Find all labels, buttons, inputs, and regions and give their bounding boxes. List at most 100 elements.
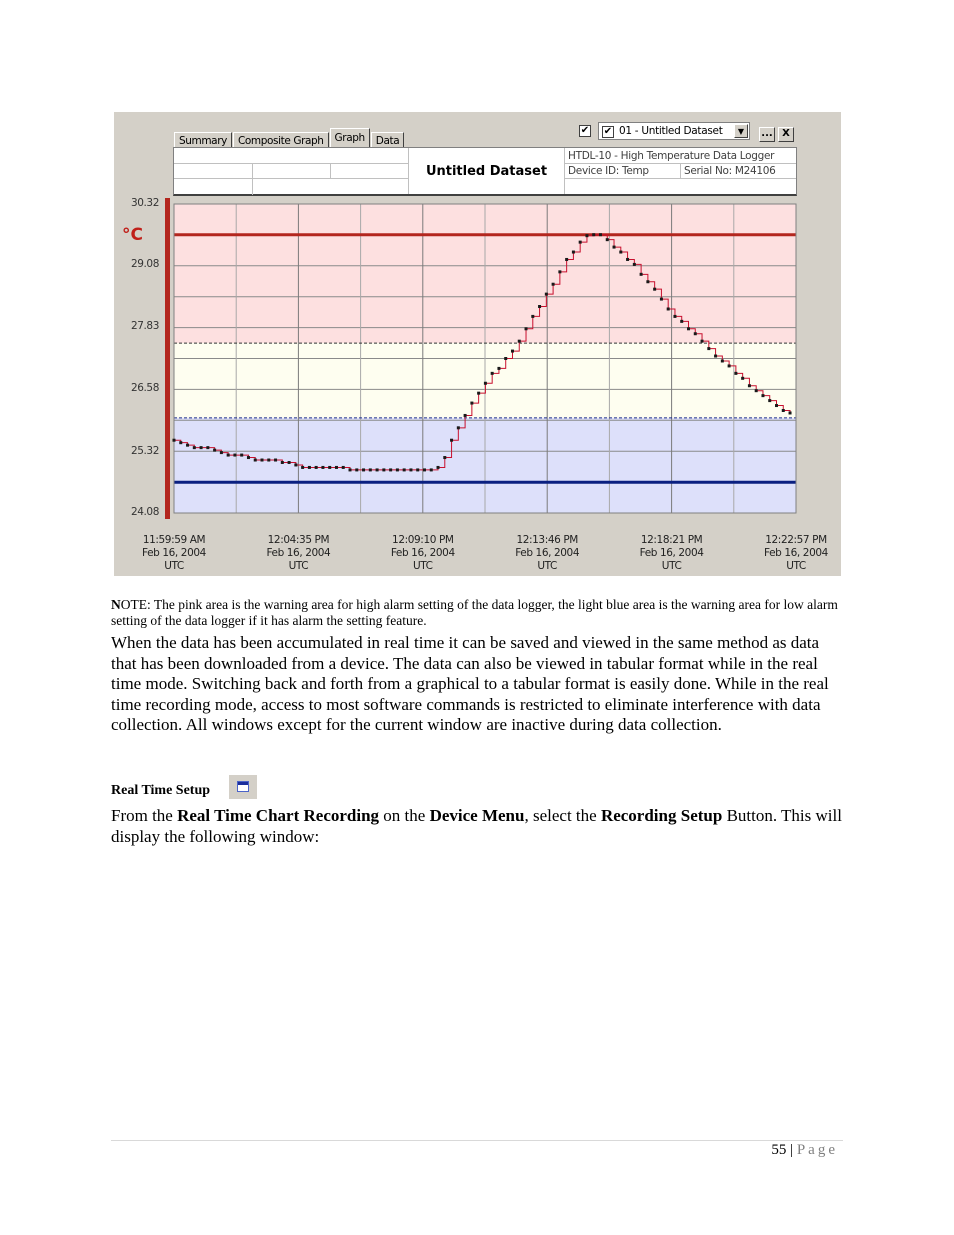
data-point bbox=[619, 250, 623, 254]
data-point bbox=[653, 287, 657, 291]
data-point bbox=[775, 404, 779, 408]
data-point bbox=[240, 453, 244, 457]
note-text: NOTE: The pink area is the warning area … bbox=[111, 597, 838, 628]
data-point bbox=[172, 438, 176, 442]
data-point bbox=[206, 446, 210, 450]
data-point bbox=[747, 384, 751, 388]
data-point bbox=[646, 280, 650, 284]
data-point bbox=[436, 465, 440, 469]
data-point bbox=[585, 234, 589, 238]
data-point bbox=[686, 327, 690, 331]
section-heading-real-time-setup: Real Time Setup bbox=[111, 783, 211, 798]
data-point bbox=[551, 282, 555, 286]
data-point bbox=[199, 446, 203, 450]
data-point bbox=[666, 307, 670, 311]
data-point bbox=[395, 468, 399, 472]
data-point bbox=[490, 371, 494, 375]
data-point bbox=[274, 458, 278, 462]
recording-setup-window-icon bbox=[229, 775, 257, 799]
data-point bbox=[450, 438, 454, 442]
data-point bbox=[362, 468, 366, 472]
data-point bbox=[307, 465, 311, 469]
data-point bbox=[429, 468, 433, 472]
data-point bbox=[727, 364, 731, 368]
data-point bbox=[456, 426, 460, 430]
data-point bbox=[287, 460, 291, 464]
data-point bbox=[734, 371, 738, 375]
temperature-chart bbox=[165, 198, 797, 519]
data-point bbox=[368, 468, 372, 472]
paragraph-setup-instructions: From the Real Time Chart Recording on th… bbox=[111, 806, 842, 846]
data-point bbox=[639, 272, 643, 276]
data-point bbox=[673, 314, 677, 318]
data-point bbox=[788, 411, 792, 415]
data-point bbox=[612, 245, 616, 249]
data-point bbox=[246, 456, 250, 460]
data-point bbox=[341, 465, 345, 469]
data-point bbox=[179, 441, 183, 445]
data-point bbox=[443, 456, 447, 460]
data-point bbox=[558, 270, 562, 274]
data-point bbox=[267, 458, 271, 462]
data-point bbox=[538, 305, 542, 309]
data-point bbox=[186, 443, 190, 447]
data-point bbox=[626, 257, 630, 261]
data-point bbox=[754, 389, 758, 393]
data-point bbox=[632, 262, 636, 266]
data-point bbox=[714, 354, 718, 358]
data-point bbox=[531, 314, 535, 318]
data-point bbox=[348, 468, 352, 472]
data-point bbox=[463, 413, 467, 417]
data-point bbox=[213, 448, 217, 452]
data-point bbox=[768, 399, 772, 403]
data-point bbox=[483, 381, 487, 385]
data-point bbox=[477, 391, 481, 395]
footer-divider bbox=[111, 1140, 843, 1141]
data-point bbox=[741, 376, 745, 380]
data-point bbox=[219, 451, 223, 455]
data-point bbox=[422, 468, 426, 472]
data-point bbox=[253, 458, 257, 462]
data-point bbox=[470, 401, 474, 405]
data-point bbox=[571, 250, 575, 254]
data-point bbox=[382, 468, 386, 472]
data-point bbox=[544, 292, 548, 296]
data-point bbox=[389, 468, 393, 472]
y-axis-color-bar bbox=[165, 198, 170, 519]
data-point bbox=[565, 257, 569, 261]
data-point bbox=[659, 297, 663, 301]
data-point bbox=[524, 327, 528, 331]
data-point bbox=[226, 453, 230, 457]
data-point bbox=[781, 408, 785, 412]
data-point bbox=[497, 366, 501, 370]
data-point bbox=[375, 468, 379, 472]
data-point bbox=[517, 339, 521, 343]
data-point bbox=[707, 347, 711, 351]
data-point bbox=[700, 339, 704, 343]
paragraph-realtime: When the data has been accumulated in re… bbox=[111, 633, 829, 735]
graph-screenshot: Summary Composite Graph Graph Data ✔ ✔ 0… bbox=[114, 112, 841, 576]
data-point bbox=[605, 238, 609, 242]
data-point bbox=[504, 357, 508, 360]
data-point bbox=[409, 468, 413, 472]
data-point bbox=[680, 319, 684, 323]
data-point bbox=[355, 468, 359, 472]
data-point bbox=[578, 240, 582, 244]
data-point bbox=[294, 463, 298, 467]
data-point bbox=[592, 233, 596, 237]
data-point bbox=[301, 465, 305, 469]
data-point bbox=[314, 465, 318, 469]
data-point bbox=[321, 465, 325, 469]
page-number: 55 | Page bbox=[771, 1142, 838, 1158]
data-point bbox=[761, 394, 765, 398]
data-point bbox=[720, 359, 724, 363]
data-point bbox=[280, 460, 284, 464]
data-point bbox=[328, 465, 332, 469]
data-point bbox=[598, 233, 602, 237]
data-point bbox=[334, 465, 338, 469]
data-point bbox=[416, 468, 420, 472]
data-point bbox=[260, 458, 264, 462]
data-point bbox=[233, 453, 237, 457]
data-point bbox=[402, 468, 406, 472]
data-point bbox=[192, 446, 196, 450]
